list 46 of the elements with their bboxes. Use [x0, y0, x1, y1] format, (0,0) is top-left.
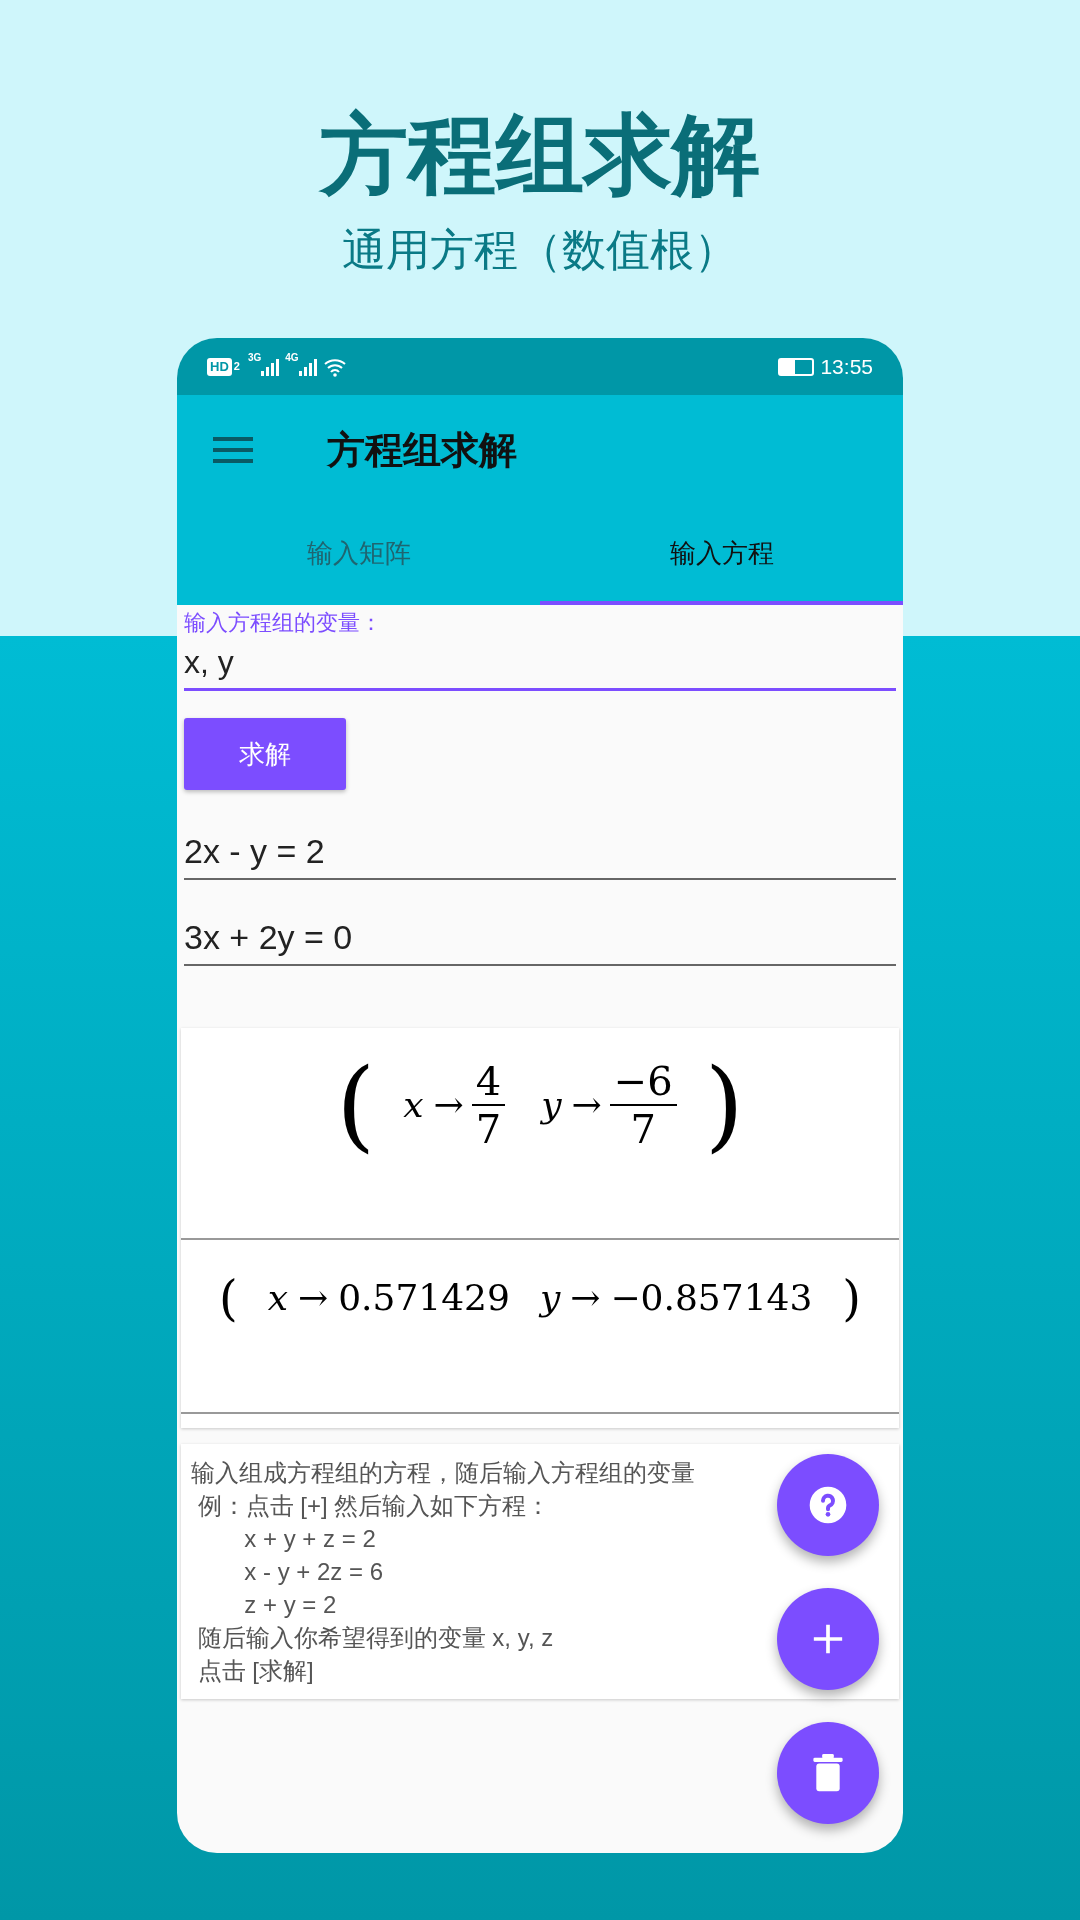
close-paren: ): [842, 1269, 862, 1328]
help-icon: [808, 1485, 848, 1525]
help-text: x - y + 2z = 6: [243, 1557, 385, 1587]
variables-field[interactable]: x, y: [184, 637, 896, 691]
wifi-icon: [322, 356, 347, 377]
plus-icon: [811, 1622, 845, 1656]
status-time: 13:55: [820, 353, 873, 380]
tab[interactable]: 输入方程: [540, 505, 903, 605]
hd-badge: HD: [207, 357, 232, 376]
variable: x: [403, 1083, 424, 1127]
promo-subtitle: 通用方程（数值根）: [342, 223, 738, 277]
variable: y: [539, 1276, 561, 1320]
help-text: 随后输入你希望得到的变量 x, y, z: [196, 1623, 555, 1653]
arrow: →: [297, 1276, 329, 1320]
fraction: −6 7: [609, 1058, 677, 1152]
sim-label: 2: [233, 359, 240, 375]
app-title: 方程组求解: [327, 426, 517, 474]
help-text: x + y + z = 2: [243, 1524, 377, 1554]
field-label: 输入方程组的变量：: [184, 609, 383, 637]
variable: x: [267, 1276, 288, 1320]
trash-icon: [813, 1754, 843, 1792]
arrow: →: [571, 1083, 602, 1127]
variable: y: [541, 1083, 562, 1127]
solve-button[interactable]: 求解: [184, 718, 346, 790]
decimal-value: 0.571429: [338, 1276, 510, 1320]
signal-icon: [298, 357, 317, 376]
open-paren: (: [336, 1050, 376, 1160]
open-paren: (: [218, 1269, 238, 1328]
equation-field[interactable]: 2x - y = 2: [184, 824, 896, 880]
network-label: 4G: [285, 351, 299, 365]
arrow: →: [433, 1083, 464, 1127]
help-text: z + y = 2: [243, 1590, 338, 1620]
close-paren: ): [704, 1050, 744, 1160]
decimal-value: −0.857143: [610, 1276, 813, 1320]
network-label: 3G: [247, 351, 262, 365]
promo-title: 方程组求解: [320, 102, 760, 208]
signal-icon: [261, 357, 280, 376]
help-text: 点击 [求解]: [196, 1656, 315, 1686]
delete-button[interactable]: [777, 1722, 879, 1824]
menu-icon[interactable]: [213, 436, 253, 464]
arrow: →: [570, 1276, 601, 1320]
battery-icon: [778, 357, 815, 376]
help-text: 例：点击 [+] 然后输入如下方程：: [196, 1491, 552, 1521]
equation-field[interactable]: 3x + 2y = 0: [184, 910, 896, 966]
help-text: 输入组成方程组的方程，随后输入方程组的变量: [191, 1458, 696, 1488]
fraction: 4 7: [471, 1058, 506, 1152]
